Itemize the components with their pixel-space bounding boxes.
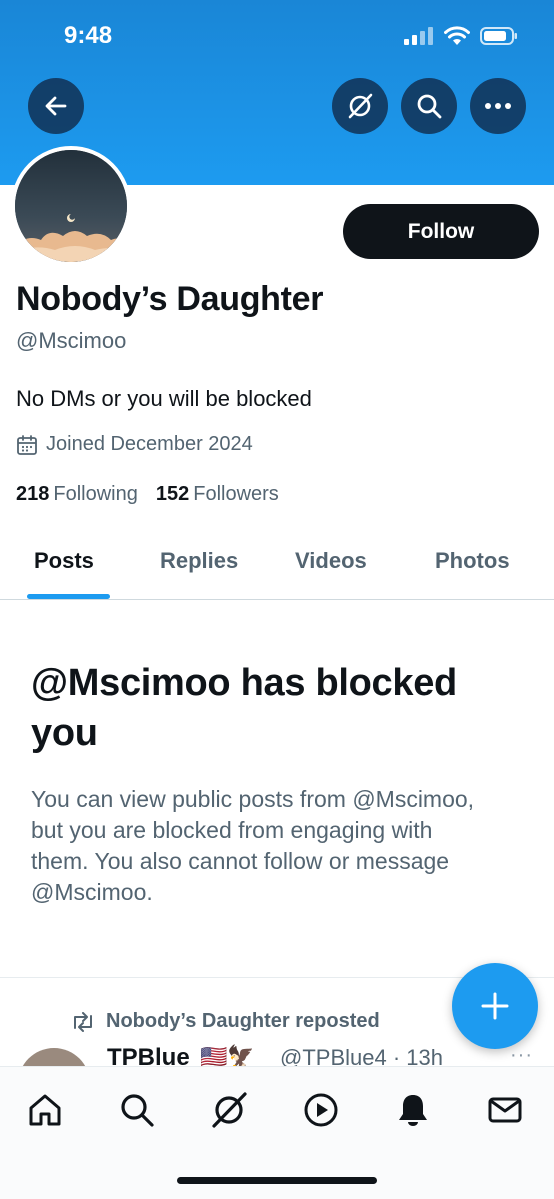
nav-search[interactable] — [114, 1087, 160, 1133]
repost-indicator: Nobody’s Daughter reposted — [70, 1010, 380, 1033]
profile-display-name: Nobody’s Daughter — [16, 280, 324, 318]
profile-avatar[interactable] — [11, 146, 131, 266]
follow-button[interactable]: Follow — [343, 204, 539, 259]
followers-label: Followers — [193, 483, 279, 505]
following-label: Following — [53, 483, 138, 505]
profile-tabs: Posts Replies Videos Photos — [0, 530, 554, 600]
wifi-icon — [444, 26, 470, 45]
play-icon — [304, 1093, 338, 1127]
tab-photos[interactable]: Photos — [435, 548, 510, 574]
plus-icon — [481, 992, 509, 1020]
nav-home[interactable] — [22, 1087, 68, 1133]
status-time: 9:48 — [64, 22, 113, 49]
nav-messages[interactable] — [482, 1087, 528, 1133]
following-count: 218 — [16, 483, 50, 505]
followers-count: 152 — [155, 483, 190, 505]
repost-icon — [74, 1011, 92, 1032]
more-icon — [485, 103, 511, 109]
status-bar: 9:48 — [0, 0, 554, 72]
nav-notifications[interactable] — [390, 1087, 436, 1133]
blocked-description: You can view public posts from @Mscimoo,… — [31, 786, 475, 905]
profile-handle: @Mscimoo — [16, 328, 127, 353]
nav-grok[interactable] — [206, 1087, 252, 1133]
following-stat[interactable]: 218 Following — [16, 483, 138, 506]
home-icon — [29, 1094, 61, 1126]
nav-video[interactable] — [298, 1087, 344, 1133]
active-tab-indicator — [27, 594, 110, 599]
mail-icon — [488, 1097, 522, 1123]
back-button[interactable] — [28, 78, 84, 134]
joined-label: Joined December 2024 — [46, 433, 253, 455]
tweet-more-button[interactable]: ··· — [510, 1044, 533, 1067]
tab-videos[interactable]: Videos — [295, 548, 367, 574]
grok-icon — [348, 93, 373, 119]
avatar-image — [15, 150, 127, 262]
home-indicator — [177, 1177, 377, 1184]
search-icon — [121, 1094, 154, 1127]
profile-stats: 218 Following 152 Followers — [16, 483, 279, 506]
tab-posts[interactable]: Posts — [34, 548, 94, 574]
search-button[interactable] — [401, 78, 457, 134]
blocked-title: @Mscimoo has blocked you — [31, 662, 457, 754]
battery-icon — [480, 27, 517, 45]
status-icons — [404, 26, 518, 46]
profile-bio: No DMs or you will be blocked — [16, 386, 312, 411]
grok-icon — [212, 1092, 247, 1128]
compose-button[interactable] — [452, 963, 538, 1049]
bell-icon — [399, 1095, 427, 1126]
calendar-icon — [17, 434, 37, 455]
tab-replies[interactable]: Replies — [160, 548, 238, 574]
grok-button[interactable] — [332, 78, 388, 134]
more-button[interactable] — [470, 78, 526, 134]
search-icon — [417, 94, 442, 119]
profile-joined: Joined December 2024 — [16, 433, 253, 456]
back-arrow-icon — [45, 96, 67, 116]
repost-label: Nobody’s Daughter reposted — [106, 1010, 380, 1032]
followers-stat[interactable]: 152 Followers — [156, 483, 279, 506]
signal-icon — [404, 27, 433, 45]
